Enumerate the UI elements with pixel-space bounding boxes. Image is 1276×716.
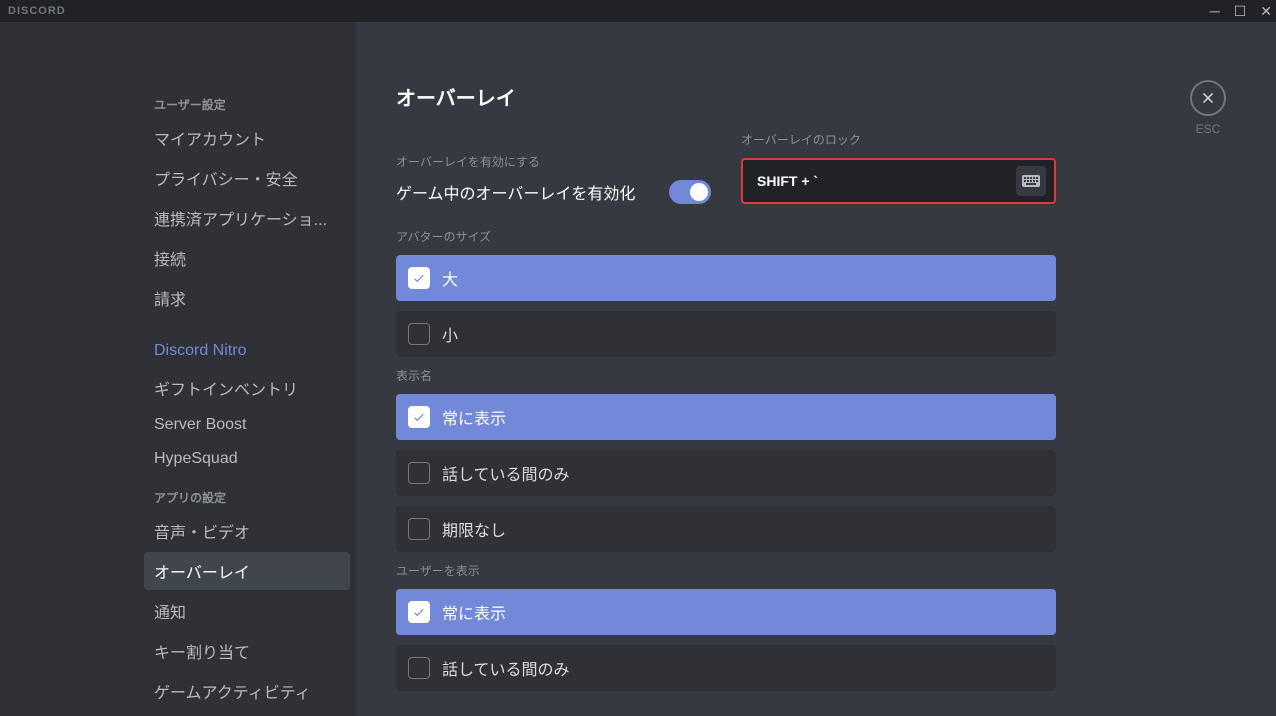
- sidebar-header-user: ユーザー設定: [144, 90, 350, 119]
- display-name-label: 表示名: [396, 367, 1056, 384]
- sidebar-item-game-activity[interactable]: ゲームアクティビティ: [144, 672, 350, 710]
- close-window-icon[interactable]: ✕: [1260, 3, 1272, 20]
- sidebar-item-account[interactable]: マイアカウント: [144, 119, 350, 157]
- sidebar-item-gift-inventory[interactable]: ギフトインベントリ: [144, 369, 350, 407]
- option-label: 話している間のみ: [442, 461, 570, 485]
- sidebar-item-notifications[interactable]: 通知: [144, 592, 350, 630]
- sidebar-item-privacy[interactable]: プライバシー・安全: [144, 159, 350, 197]
- overlay-lock-keybind[interactable]: SHIFT + `: [741, 158, 1056, 204]
- keybind-value: SHIFT + `: [757, 173, 818, 189]
- titlebar: DISCORD ─ ☐ ✕: [0, 0, 1276, 22]
- keyboard-icon[interactable]: [1016, 166, 1046, 196]
- sidebar-item-authorized-apps[interactable]: 連携済アプリケーショ...: [144, 199, 350, 237]
- enable-overlay-text: ゲーム中のオーバーレイを有効化: [396, 180, 635, 204]
- option-label: 常に表示: [442, 600, 506, 624]
- avatar-size-small[interactable]: 小: [396, 311, 1056, 357]
- option-label: 大: [442, 266, 458, 290]
- sidebar-item-overlay[interactable]: オーバーレイ: [144, 552, 350, 590]
- option-label: 話している間のみ: [442, 656, 570, 680]
- window-controls: ─ ☐ ✕: [1210, 0, 1272, 22]
- close-settings[interactable]: ESC: [1190, 80, 1226, 136]
- display-name-speaking[interactable]: 話している間のみ: [396, 450, 1056, 496]
- sidebar-item-connections[interactable]: 接続: [144, 239, 350, 277]
- overlay-lock-label: オーバーレイのロック: [741, 131, 1056, 148]
- display-name-always[interactable]: 常に表示: [396, 394, 1056, 440]
- settings-sidebar: ユーザー設定 マイアカウント プライバシー・安全 連携済アプリケーショ... 接…: [0, 22, 356, 716]
- app-logo: DISCORD: [8, 5, 66, 17]
- avatar-size-label: アバターのサイズ: [396, 228, 1056, 245]
- sidebar-item-nitro[interactable]: Discord Nitro: [144, 335, 350, 367]
- close-icon[interactable]: [1190, 80, 1226, 116]
- sidebar-item-hypesquad[interactable]: HypeSquad: [144, 443, 350, 475]
- page-title: オーバーレイ: [396, 82, 1056, 111]
- avatar-size-large[interactable]: 大: [396, 255, 1056, 301]
- sidebar-item-text-images[interactable]: テキスト・画像: [144, 712, 350, 716]
- sidebar-item-server-boost[interactable]: Server Boost: [144, 409, 350, 441]
- sidebar-item-voice-video[interactable]: 音声・ビデオ: [144, 512, 350, 550]
- enable-overlay-toggle[interactable]: [669, 180, 711, 204]
- enable-overlay-label: オーバーレイを有効にする: [396, 153, 711, 170]
- close-esc-label: ESC: [1190, 122, 1226, 136]
- option-label: 期限なし: [442, 517, 506, 541]
- option-label: 小: [442, 322, 458, 346]
- display-name-never[interactable]: 期限なし: [396, 506, 1056, 552]
- maximize-icon[interactable]: ☐: [1234, 3, 1247, 20]
- display-user-label: ユーザーを表示: [396, 562, 1056, 579]
- option-label: 常に表示: [442, 405, 506, 429]
- display-user-speaking[interactable]: 話している間のみ: [396, 645, 1056, 691]
- sidebar-item-billing[interactable]: 請求: [144, 279, 350, 317]
- sidebar-header-app: アプリの設定: [144, 483, 350, 512]
- minimize-icon[interactable]: ─: [1210, 3, 1220, 19]
- display-user-always[interactable]: 常に表示: [396, 589, 1056, 635]
- sidebar-item-keybinds[interactable]: キー割り当て: [144, 632, 350, 670]
